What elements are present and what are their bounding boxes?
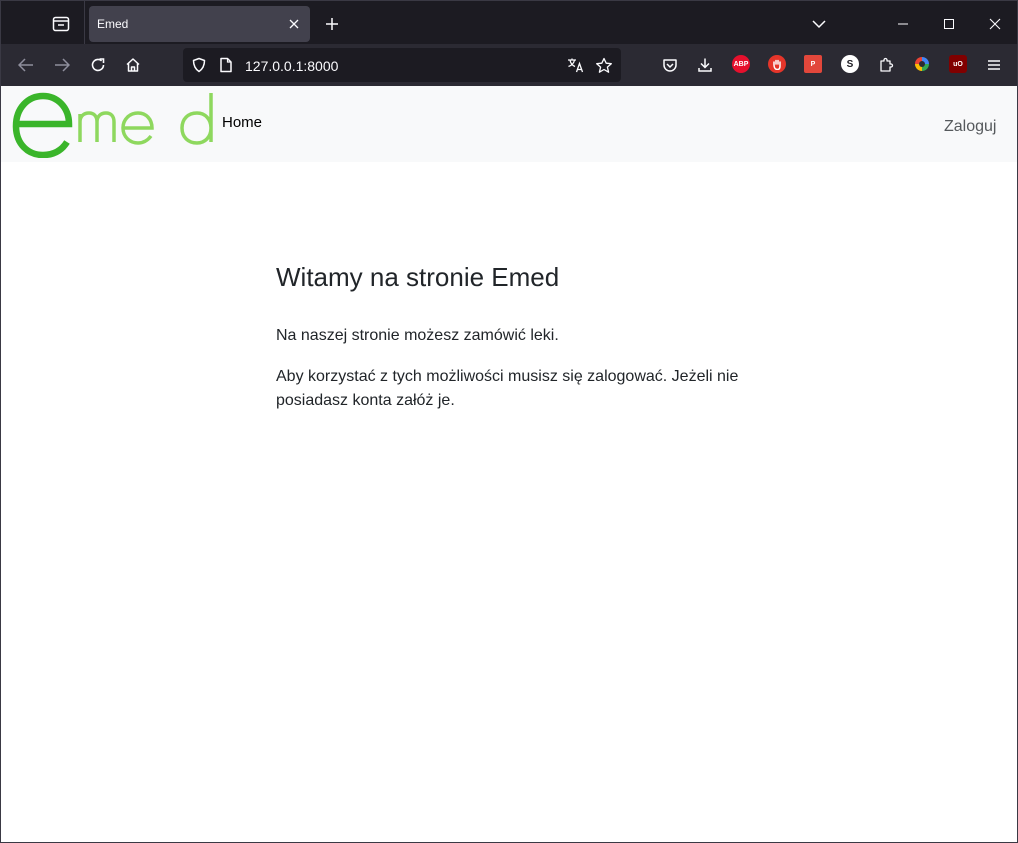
plus-icon: [326, 18, 338, 30]
arrow-left-icon: [18, 58, 33, 72]
s-extension-label: S: [846, 58, 854, 70]
bookmark-button[interactable]: [593, 54, 615, 76]
tab-title: Emed: [97, 17, 129, 31]
color-picker-extension-icon[interactable]: [913, 55, 931, 73]
tracking-protection-button[interactable]: [188, 54, 210, 76]
firefox-view-button[interactable]: [45, 9, 77, 39]
nav-link-login[interactable]: Zaloguj: [944, 118, 996, 136]
page-title: Witamy na stronie Emed: [276, 262, 560, 292]
nav-link-home[interactable]: Home: [222, 114, 262, 131]
minimize-button[interactable]: [888, 9, 918, 39]
minimize-icon: [898, 23, 908, 25]
login-info-paragraph: Aby korzystać z tych możliwości musisz s…: [276, 368, 739, 409]
ublock-origin-label: uO: [953, 60, 963, 68]
site-info-button[interactable]: [215, 54, 237, 76]
page-icon: [220, 57, 232, 73]
tab-close-button[interactable]: [284, 14, 304, 34]
arrow-right-icon: [55, 58, 70, 72]
tab-separator: [84, 1, 85, 45]
reload-button[interactable]: [83, 50, 113, 80]
pocket-button[interactable]: [655, 50, 685, 80]
downloads-button[interactable]: [690, 50, 720, 80]
download-icon: [698, 58, 712, 72]
site-navbar: Home Zaloguj: [1, 86, 1017, 162]
color-wheel-icon: [915, 57, 929, 71]
s-extension-icon[interactable]: S: [841, 55, 859, 73]
new-tab-button[interactable]: [317, 9, 347, 39]
translate-button[interactable]: [565, 54, 587, 76]
forward-button[interactable]: [47, 50, 77, 80]
hamburger-menu-icon: [988, 60, 1000, 70]
stop-hand-icon[interactable]: [768, 55, 786, 73]
pocket-icon: [663, 58, 677, 72]
menu-button[interactable]: [979, 50, 1009, 80]
maximize-icon: [944, 19, 954, 29]
back-button[interactable]: [11, 50, 41, 80]
close-icon: [989, 18, 1001, 30]
window-close-button[interactable]: [980, 9, 1010, 39]
list-all-tabs-button[interactable]: [804, 9, 834, 39]
browser-toolbar: 127.0.0.1:8000 ABP P S uO: [0, 44, 1018, 86]
ublock-origin-icon[interactable]: uO: [949, 55, 967, 73]
tab-emed[interactable]: Emed: [89, 6, 310, 42]
home-icon: [126, 58, 140, 72]
extensions-button[interactable]: [871, 50, 901, 80]
page-viewport: Home Zaloguj Witamy na stronie Emed Na n…: [0, 86, 1018, 843]
p-extension-label: P: [810, 60, 816, 68]
url-bar[interactable]: 127.0.0.1:8000: [183, 48, 621, 82]
adblock-plus-icon[interactable]: ABP: [732, 55, 750, 73]
browser-titlebar: Emed: [0, 0, 1018, 45]
star-icon: [596, 57, 612, 73]
reload-icon: [91, 58, 105, 72]
maximize-button[interactable]: [934, 9, 964, 39]
puzzle-icon: [880, 57, 894, 72]
chevron-down-icon: [812, 20, 826, 29]
close-icon: [289, 19, 299, 29]
firefox-view-icon: [52, 16, 70, 32]
shield-icon: [192, 57, 206, 73]
hand-icon: [773, 59, 781, 70]
url-text: 127.0.0.1:8000: [245, 58, 339, 74]
p-extension-icon[interactable]: P: [804, 55, 822, 73]
adblock-plus-label: ABP: [733, 60, 749, 68]
home-button[interactable]: [118, 50, 148, 80]
intro-paragraph: Na naszej stronie możesz zamówić leki.: [276, 327, 559, 344]
translate-icon: [568, 58, 584, 73]
emed-logo[interactable]: [12, 92, 216, 158]
